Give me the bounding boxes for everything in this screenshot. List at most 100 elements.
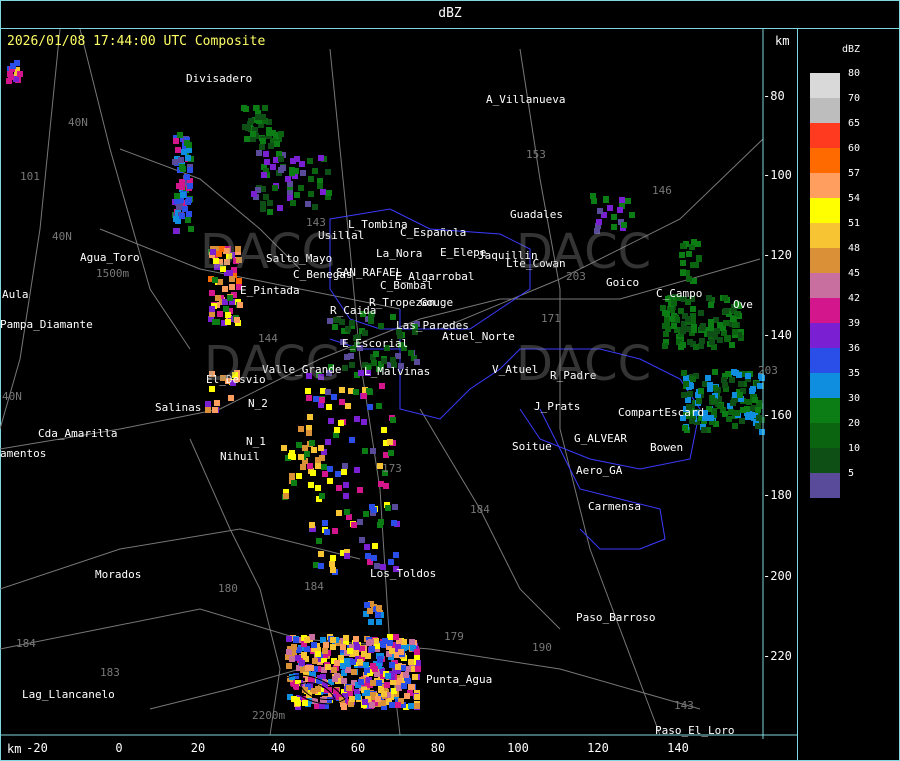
radar-echo-cell bbox=[682, 425, 688, 431]
radar-echo-cell bbox=[755, 423, 761, 429]
radar-echo-cell bbox=[369, 646, 375, 652]
radar-echo-cell bbox=[264, 159, 270, 165]
radar-echo-cell bbox=[414, 649, 420, 655]
route-label: 143 bbox=[674, 699, 694, 712]
y-tick-label: -80 bbox=[763, 89, 785, 103]
place-label: Agua_Toro bbox=[80, 251, 140, 264]
radar-echo-cell bbox=[317, 183, 323, 189]
radar-echo-cell bbox=[205, 401, 211, 407]
radar-echo-cell bbox=[293, 637, 299, 643]
radar-echo-cell bbox=[342, 365, 348, 371]
place-label: Soitue bbox=[512, 440, 552, 453]
route-label: 184 bbox=[304, 580, 324, 593]
radar-echo-cell bbox=[309, 440, 315, 446]
radar-echo-cell bbox=[708, 302, 714, 308]
radar-echo-cell bbox=[327, 318, 333, 324]
radar-echo-cell bbox=[395, 702, 401, 708]
radar-echo-cell bbox=[332, 528, 338, 534]
radar-echo-cell bbox=[755, 407, 761, 413]
radar-echo-cell bbox=[332, 324, 338, 330]
radar-echo-cell bbox=[726, 416, 732, 422]
radar-echo-cell bbox=[349, 362, 355, 368]
radar-echo-cell bbox=[228, 395, 234, 401]
radar-echo-cell bbox=[680, 270, 686, 276]
radar-echo-cell bbox=[690, 376, 696, 382]
radar-echo-cell bbox=[354, 416, 360, 422]
radar-echo-cell bbox=[312, 658, 318, 664]
place-label: E_Escorial bbox=[342, 337, 409, 350]
place-label: La_Nora bbox=[376, 247, 423, 260]
radar-echo-cell bbox=[270, 164, 276, 170]
radar-echo-cell bbox=[290, 200, 296, 206]
radar-echo-cell bbox=[708, 319, 714, 325]
radar-echo-cell bbox=[301, 652, 307, 658]
radar-echo-cell bbox=[215, 295, 221, 301]
radar-echo-cell bbox=[179, 164, 185, 170]
radar-echo-cell bbox=[319, 397, 325, 403]
radar-echo-cell bbox=[341, 678, 347, 684]
radar-echo-cell bbox=[691, 239, 697, 245]
radar-echo-cell bbox=[349, 696, 355, 702]
timestamp: 2026/01/08 17:44:00 UTC Composite bbox=[7, 34, 266, 49]
radar-echo-cell bbox=[341, 469, 347, 475]
legend-swatch bbox=[810, 473, 840, 498]
watermark-logo: DACC bbox=[516, 336, 652, 392]
radar-echo-cell bbox=[289, 450, 295, 456]
radar-echo-cell bbox=[698, 310, 704, 316]
radar-echo-cell bbox=[377, 656, 383, 662]
route-label: 173 bbox=[382, 462, 402, 475]
radar-echo-cell bbox=[381, 691, 387, 697]
radar-echo-cell bbox=[286, 636, 292, 642]
radar-echo-cell bbox=[326, 404, 332, 410]
watermark-logo: DACC bbox=[204, 336, 340, 392]
radar-echo-cell bbox=[409, 639, 415, 645]
radar-echo-cell bbox=[693, 344, 699, 350]
radar-echo-cell bbox=[280, 165, 286, 171]
radar-echo-cell bbox=[267, 209, 273, 215]
place-label: Ove bbox=[733, 298, 753, 311]
radar-echo-cell bbox=[717, 322, 723, 328]
radar-echo-cell bbox=[223, 306, 229, 312]
radar-echo-cell bbox=[307, 414, 313, 420]
legend-label: 51 bbox=[848, 218, 861, 229]
radar-echo-cell bbox=[304, 637, 310, 643]
radar-echo-cell bbox=[364, 690, 370, 696]
radar-echo-cell bbox=[294, 192, 300, 198]
radar-echo-cell bbox=[176, 204, 182, 210]
radar-echo-cell bbox=[607, 205, 613, 211]
radar-echo-cell bbox=[237, 302, 243, 308]
radar-map[interactable] bbox=[0, 29, 797, 761]
radar-echo-cell bbox=[312, 168, 318, 174]
radar-echo-cell bbox=[377, 522, 383, 528]
radar-echo-cell bbox=[205, 407, 211, 413]
radar-echo-cell bbox=[385, 505, 391, 511]
radar-echo-cell bbox=[681, 370, 687, 376]
radar-echo-cell bbox=[262, 105, 268, 111]
y-axis-unit: km bbox=[775, 34, 790, 48]
radar-echo-cell bbox=[367, 608, 373, 614]
x-tick-label: -20 bbox=[26, 741, 48, 755]
radar-echo-cell bbox=[359, 537, 365, 543]
radar-echo-cell bbox=[327, 478, 333, 484]
legend-label: 70 bbox=[848, 93, 861, 104]
radar-echo-cell bbox=[691, 327, 697, 333]
place-label: Cda_Amarilla bbox=[38, 427, 118, 440]
radar-echo-cell bbox=[354, 467, 360, 473]
radar-echo-cell bbox=[745, 414, 751, 420]
radar-echo-cell bbox=[357, 519, 363, 525]
radar-echo-cell bbox=[286, 663, 292, 669]
radar-echo-cell bbox=[698, 388, 704, 394]
radar-echo-cell bbox=[225, 312, 231, 318]
radar-echo-cell bbox=[372, 666, 378, 672]
radar-echo-cell bbox=[690, 262, 696, 268]
place-label: Divisadero bbox=[186, 72, 253, 85]
radar-echo-cell bbox=[680, 243, 686, 249]
radar-echo-cell bbox=[388, 450, 394, 456]
radar-echo-cell bbox=[268, 143, 274, 149]
radar-echo-cell bbox=[680, 342, 686, 348]
radar-echo-cell bbox=[353, 389, 359, 395]
x-tick-label: 20 bbox=[190, 741, 206, 755]
radar-echo-cell bbox=[302, 700, 308, 706]
radar-echo-cell bbox=[381, 358, 387, 364]
route-label: 146 bbox=[652, 184, 672, 197]
